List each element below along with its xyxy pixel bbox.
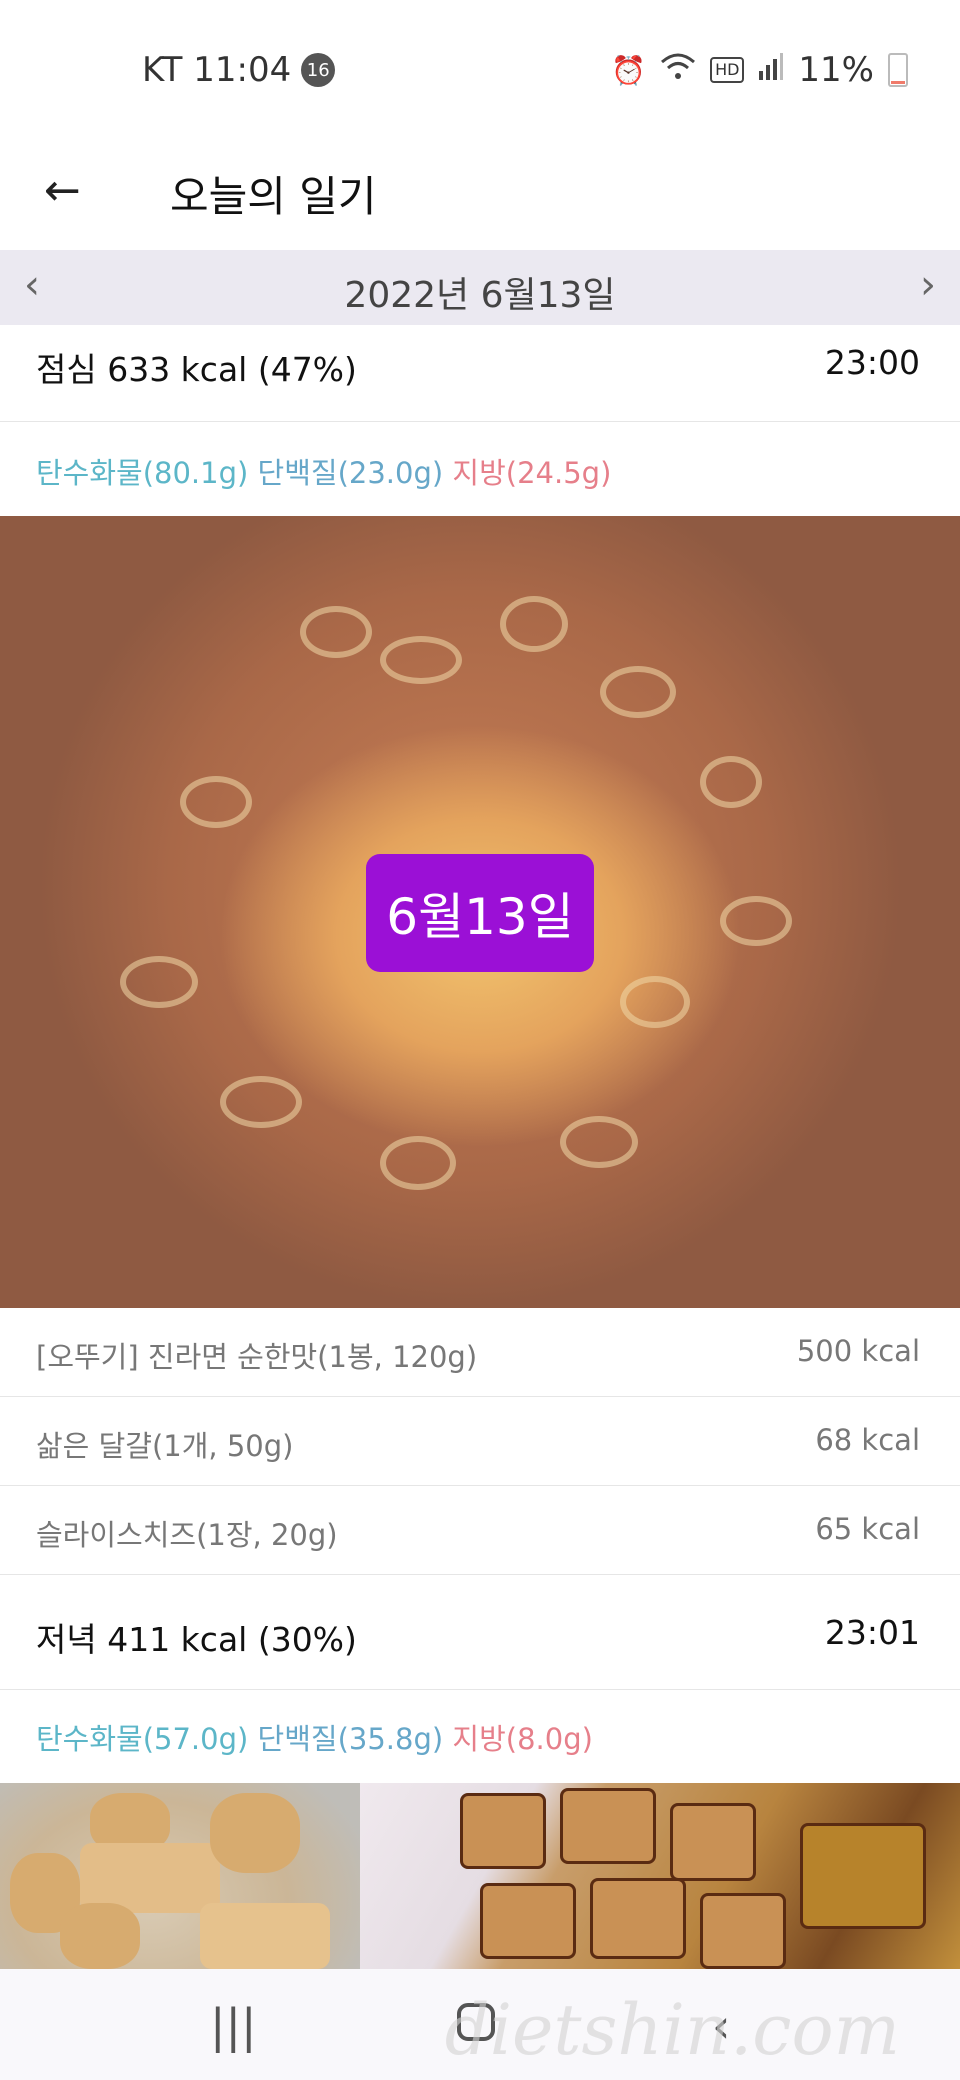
dinner-header[interactable]: 저녁 411 kcal (30%) 23:01 bbox=[0, 1575, 960, 1690]
food-item-kcal: 500 kcal bbox=[796, 1334, 920, 1368]
food-item-kcal: 65 kcal bbox=[815, 1512, 920, 1546]
battery-percent: 11% bbox=[798, 50, 874, 90]
dinner-protein: 단백질(35.8g) bbox=[257, 1722, 444, 1756]
lunch-fat: 지방(24.5g) bbox=[452, 456, 612, 490]
lunch-photo[interactable]: 6월13일 bbox=[0, 516, 960, 1308]
lunch-macro-line: 탄수화물(80.1g) 단백질(23.0g) 지방(24.5g) bbox=[36, 450, 611, 492]
dinner-macros: 탄수화물(57.0g) 단백질(35.8g) 지방(8.0g) bbox=[0, 1690, 960, 1783]
lunch-protein: 단백질(23.0g) bbox=[257, 456, 444, 490]
signal-icon bbox=[758, 52, 784, 88]
food-item[interactable]: 슬라이스치즈(1장, 20g) 65 kcal bbox=[0, 1486, 960, 1575]
dinner-fat: 지방(8.0g) bbox=[452, 1722, 593, 1756]
carrier-time: KT 11:04 bbox=[142, 50, 292, 90]
dinner-time: 23:01 bbox=[824, 1613, 920, 1652]
lunch-header[interactable]: 점심 633 kcal (47%) 23:00 bbox=[0, 325, 960, 422]
status-left: KT 11:04 16 bbox=[142, 50, 336, 90]
date-navigator: ‹ 2022년 6월13일 › bbox=[0, 250, 960, 325]
food-item[interactable]: 삶은 달걀(1개, 50g) 68 kcal bbox=[0, 1397, 960, 1486]
food-item[interactable]: [오뚜기] 진라면 순한맛(1봉, 120g) 500 kcal bbox=[0, 1308, 960, 1397]
app-header: ← 오늘의 일기 bbox=[0, 145, 960, 250]
dinner-title: 저녁 411 kcal (30%) bbox=[36, 1620, 357, 1659]
current-date: 2022년 6월13일 bbox=[344, 275, 616, 316]
watermark: dietshin.com bbox=[444, 1989, 900, 2071]
alarm-icon: ⏰ bbox=[611, 53, 647, 87]
fried-tofu-plate bbox=[360, 1783, 960, 1969]
food-item-name: 슬라이스치즈(1장, 20g) bbox=[36, 1518, 338, 1552]
food-item-name: [오뚜기] 진라면 순한맛(1봉, 120g) bbox=[36, 1340, 478, 1374]
battery-icon bbox=[888, 53, 908, 87]
status-bar: KT 11:04 16 ⏰ HD 11% bbox=[0, 0, 960, 145]
notification-count-badge: 16 bbox=[301, 53, 336, 87]
food-item-kcal: 68 kcal bbox=[815, 1423, 920, 1457]
lunch-macros: 탄수화물(80.1g) 단백질(23.0g) 지방(24.5g) bbox=[0, 422, 960, 516]
status-right: ⏰ HD 11% bbox=[611, 50, 908, 90]
food-item-name: 삶은 달걀(1개, 50g) bbox=[36, 1429, 294, 1463]
lunch-carb: 탄수화물(80.1g) bbox=[36, 456, 249, 490]
wifi-icon bbox=[660, 52, 696, 89]
back-arrow-icon[interactable]: ← bbox=[44, 165, 81, 216]
hd-voice-icon: HD bbox=[710, 57, 745, 83]
next-day-chevron-icon[interactable]: › bbox=[920, 262, 936, 308]
dinner-macro-line: 탄수화물(57.0g) 단백질(35.8g) 지방(8.0g) bbox=[36, 1716, 593, 1758]
lunch-time: 23:00 bbox=[824, 343, 920, 382]
photo-date-stamp: 6월13일 bbox=[366, 854, 594, 972]
dinner-carb: 탄수화물(57.0g) bbox=[36, 1722, 249, 1756]
page-title: 오늘의 일기 bbox=[170, 172, 377, 221]
recent-apps-icon[interactable]: ||| bbox=[210, 1999, 257, 2053]
dinner-photo[interactable] bbox=[0, 1783, 960, 1969]
fishcake-soup-bowl bbox=[0, 1783, 360, 1969]
system-navigation-bar: ||| ‹ dietshin.com bbox=[0, 1969, 960, 2080]
lunch-title: 점심 633 kcal (47%) bbox=[36, 350, 357, 389]
